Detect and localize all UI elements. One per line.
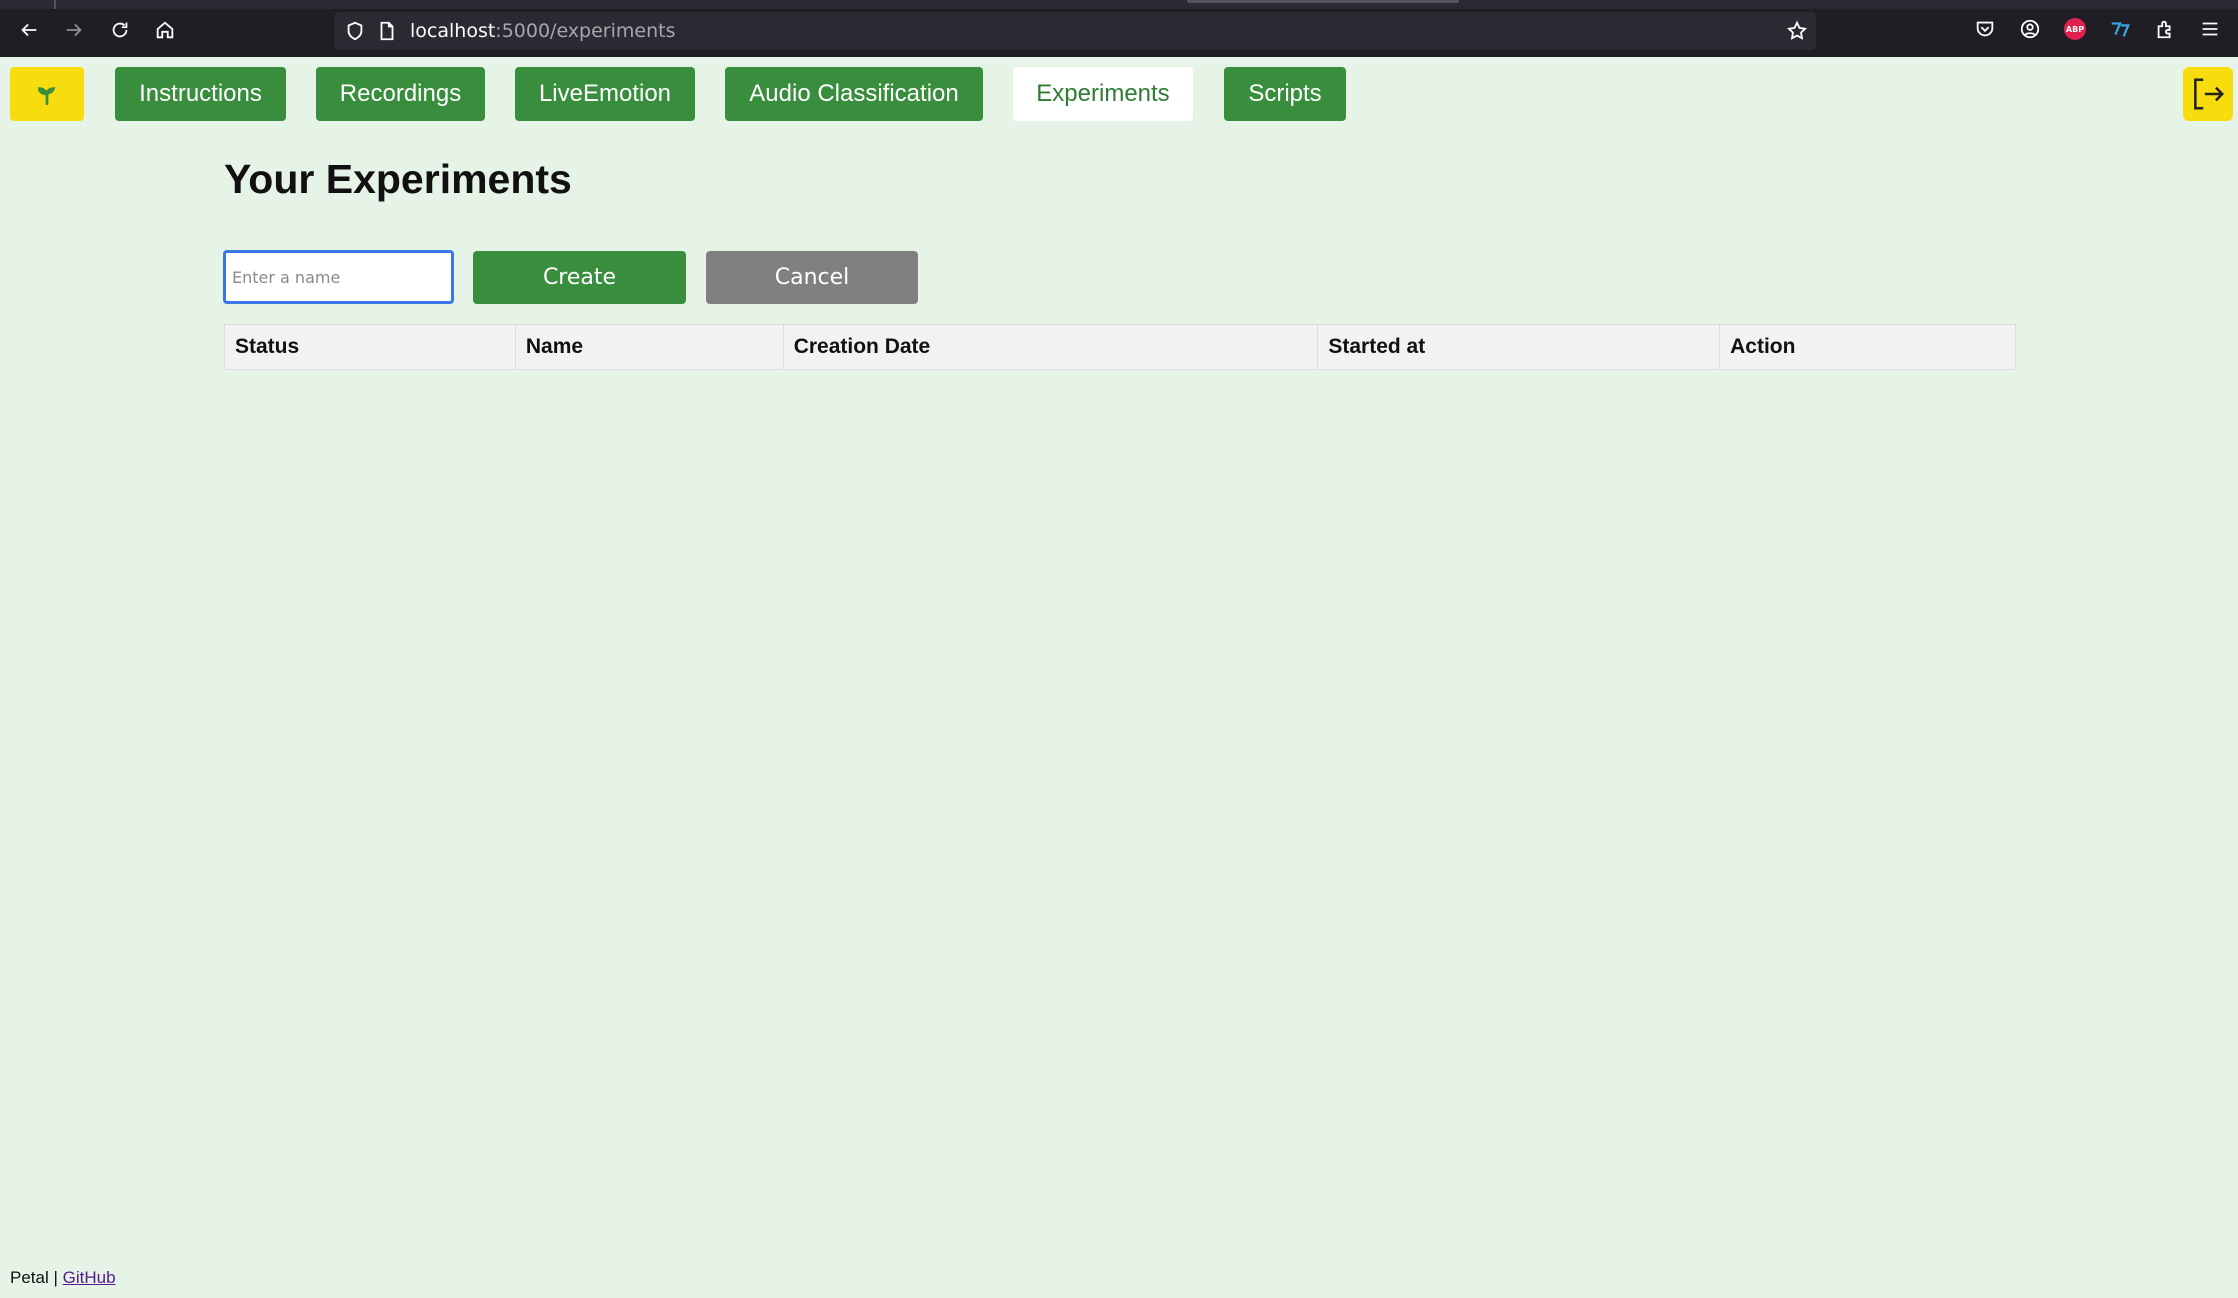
forward-button[interactable]	[57, 13, 91, 47]
extensions-button[interactable]	[2153, 17, 2177, 41]
footer: Petal | GitHub	[10, 1268, 116, 1288]
active-tab-indicator	[1187, 0, 1459, 3]
reload-button[interactable]	[103, 13, 137, 47]
column-header-started-at: Started at	[1317, 324, 1721, 370]
pocket-icon	[1976, 21, 1994, 37]
page-title: Your Experiments	[224, 156, 572, 202]
nav-instructions[interactable]: Instructions	[115, 67, 286, 121]
nav-experiments[interactable]: Experiments	[1013, 67, 1193, 121]
account-icon	[2020, 19, 2040, 39]
adblock-plus-icon: ABP	[2064, 18, 2086, 40]
menu-icon	[2202, 22, 2218, 36]
sprout-icon	[38, 87, 56, 106]
back-button[interactable]	[12, 13, 46, 47]
translate-extension-icon	[2111, 22, 2130, 37]
experiment-name-input[interactable]	[223, 250, 454, 304]
nav-audio-classification[interactable]: Audio Classification	[725, 67, 983, 121]
menu-button[interactable]	[2198, 17, 2222, 41]
pocket-button[interactable]	[1973, 17, 1997, 41]
url-path: :5000/experiments	[495, 20, 676, 42]
nav-recordings[interactable]: Recordings	[316, 67, 485, 121]
home-button[interactable]	[148, 13, 182, 47]
create-button[interactable]: Create	[473, 251, 686, 304]
extensions-icon	[2157, 20, 2171, 39]
footer-brand: Petal	[10, 1268, 49, 1287]
translate-extension-button[interactable]	[2108, 17, 2132, 41]
column-header-action: Action	[1719, 324, 2016, 370]
home-logo-button[interactable]	[10, 67, 84, 121]
logout-button[interactable]	[2183, 67, 2233, 121]
nav-scripts[interactable]: Scripts	[1224, 67, 1346, 121]
url-text[interactable]: localhost:5000/experiments	[410, 20, 675, 42]
column-header-status: Status	[224, 324, 516, 370]
nav-liveemotion[interactable]: LiveEmotion	[515, 67, 695, 121]
forward-icon	[66, 23, 82, 37]
reload-icon	[112, 22, 128, 38]
column-header-creation-date: Creation Date	[782, 324, 1319, 370]
github-link[interactable]: GitHub	[63, 1268, 116, 1287]
bookmark-star-icon[interactable]	[1786, 20, 1808, 42]
page-icon	[380, 21, 394, 41]
adblock-plus-button[interactable]: ABP	[2063, 17, 2087, 41]
shield-icon[interactable]	[344, 20, 366, 42]
table-header-row: Status Name Creation Date Started at Act…	[224, 324, 2016, 370]
footer-separator: |	[48, 1268, 63, 1287]
experiments-table: Status Name Creation Date Started at Act…	[224, 324, 2016, 370]
home-icon	[156, 21, 174, 39]
browser-toolbar: localhost:5000/experiments ABP	[0, 0, 2238, 57]
address-bar[interactable]: localhost:5000/experiments	[334, 12, 1816, 50]
column-header-name: Name	[514, 324, 784, 370]
back-icon	[21, 23, 37, 37]
tab-divider	[54, 0, 56, 9]
account-button[interactable]	[2018, 17, 2042, 41]
tab-strip	[0, 0, 2238, 9]
logout-icon	[2194, 78, 2225, 110]
url-host: localhost	[410, 20, 496, 42]
cancel-button[interactable]: Cancel	[706, 251, 918, 304]
